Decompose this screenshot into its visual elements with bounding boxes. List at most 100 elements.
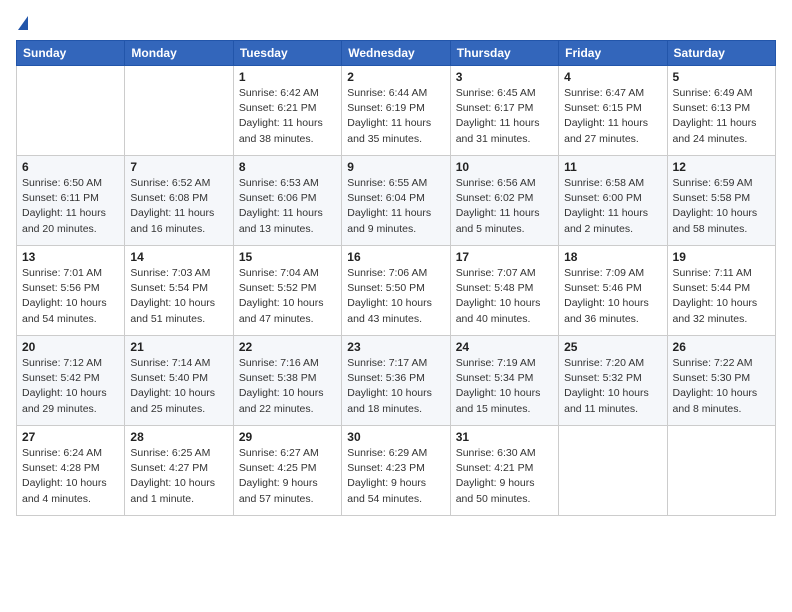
day-info: Sunrise: 6:49 AMSunset: 6:13 PMDaylight:…	[673, 86, 770, 147]
calendar-day-header: Monday	[125, 41, 233, 66]
day-number: 27	[22, 430, 119, 444]
day-number: 18	[564, 250, 661, 264]
day-info: Sunrise: 6:47 AMSunset: 6:15 PMDaylight:…	[564, 86, 661, 147]
calendar-day-header: Friday	[559, 41, 667, 66]
day-info: Sunrise: 6:56 AMSunset: 6:02 PMDaylight:…	[456, 176, 553, 237]
day-number: 25	[564, 340, 661, 354]
calendar-day-cell: 21 Sunrise: 7:14 AMSunset: 5:40 PMDayligh…	[125, 336, 233, 426]
day-number: 23	[347, 340, 444, 354]
calendar-day-cell: 12Sunrise: 6:59 AMSunset: 5:58 PMDayligh…	[667, 156, 775, 246]
day-info: Sunrise: 7:16 AMSunset: 5:38 PMDaylight:…	[239, 356, 336, 417]
calendar-day-cell: 1 Sunrise: 6:42 AMSunset: 6:21 PMDaylight…	[233, 66, 341, 156]
calendar-day-cell: 8 Sunrise: 6:53 AMSunset: 6:06 PMDaylight…	[233, 156, 341, 246]
day-number: 28	[130, 430, 227, 444]
calendar-day-cell: 19Sunrise: 7:11 AMSunset: 5:44 PMDayligh…	[667, 246, 775, 336]
day-number: 1	[239, 70, 336, 84]
day-number: 6	[22, 160, 119, 174]
calendar-day-header: Sunday	[17, 41, 125, 66]
calendar-day-cell: 18 Sunrise: 7:09 AMSunset: 5:46 PMDayligh…	[559, 246, 667, 336]
calendar-day-header: Wednesday	[342, 41, 450, 66]
day-number: 17	[456, 250, 553, 264]
day-info: Sunrise: 7:11 AMSunset: 5:44 PMDaylight:…	[673, 266, 770, 327]
calendar-day-cell: 15Sunrise: 7:04 AMSunset: 5:52 PMDayligh…	[233, 246, 341, 336]
day-info: Sunrise: 7:19 AMSunset: 5:34 PMDaylight:…	[456, 356, 553, 417]
day-info: Sunrise: 6:53 AMSunset: 6:06 PMDaylight:…	[239, 176, 336, 237]
calendar-day-header: Saturday	[667, 41, 775, 66]
calendar-header-row: SundayMondayTuesdayWednesdayThursdayFrid…	[17, 41, 776, 66]
calendar-day-cell: 20 Sunrise: 7:12 AMSunset: 5:42 PMDayligh…	[17, 336, 125, 426]
calendar-day-cell: 26Sunrise: 7:22 AMSunset: 5:30 PMDayligh…	[667, 336, 775, 426]
day-info: Sunrise: 7:09 AMSunset: 5:46 PMDaylight:…	[564, 266, 661, 327]
calendar-day-cell: 29 Sunrise: 6:27 AMSunset: 4:25 PMDayligh…	[233, 426, 341, 516]
day-number: 7	[130, 160, 227, 174]
calendar-day-cell: 6 Sunrise: 6:50 AMSunset: 6:11 PMDaylight…	[17, 156, 125, 246]
logo	[16, 16, 28, 30]
day-number: 26	[673, 340, 770, 354]
calendar-day-cell: 2 Sunrise: 6:44 AMSunset: 6:19 PMDaylight…	[342, 66, 450, 156]
day-number: 16	[347, 250, 444, 264]
calendar-week-row: 6 Sunrise: 6:50 AMSunset: 6:11 PMDaylight…	[17, 156, 776, 246]
calendar-day-cell	[559, 426, 667, 516]
day-info: Sunrise: 6:25 AMSunset: 4:27 PMDaylight:…	[130, 446, 227, 507]
calendar-day-cell: 14Sunrise: 7:03 AMSunset: 5:54 PMDayligh…	[125, 246, 233, 336]
day-info: Sunrise: 6:44 AMSunset: 6:19 PMDaylight:…	[347, 86, 444, 147]
calendar-day-cell: 16 Sunrise: 7:06 AMSunset: 5:50 PMDayligh…	[342, 246, 450, 336]
calendar-table: SundayMondayTuesdayWednesdayThursdayFrid…	[16, 40, 776, 516]
day-number: 21	[130, 340, 227, 354]
day-info: Sunrise: 6:58 AMSunset: 6:00 PMDaylight:…	[564, 176, 661, 237]
day-info: Sunrise: 6:24 AMSunset: 4:28 PMDaylight:…	[22, 446, 119, 507]
calendar-day-cell: 28 Sunrise: 6:25 AMSunset: 4:27 PMDayligh…	[125, 426, 233, 516]
day-number: 10	[456, 160, 553, 174]
day-info: Sunrise: 6:30 AMSunset: 4:21 PMDaylight:…	[456, 446, 553, 507]
day-info: Sunrise: 7:07 AMSunset: 5:48 PMDaylight:…	[456, 266, 553, 327]
day-info: Sunrise: 6:29 AMSunset: 4:23 PMDaylight:…	[347, 446, 444, 507]
page-header	[16, 16, 776, 30]
day-info: Sunrise: 7:01 AMSunset: 5:56 PMDaylight:…	[22, 266, 119, 327]
day-number: 29	[239, 430, 336, 444]
day-number: 30	[347, 430, 444, 444]
calendar-day-cell: 25 Sunrise: 7:20 AMSunset: 5:32 PMDayligh…	[559, 336, 667, 426]
calendar-day-cell: 4 Sunrise: 6:47 AMSunset: 6:15 PMDaylight…	[559, 66, 667, 156]
calendar-week-row: 13 Sunrise: 7:01 AMSunset: 5:56 PMDayligh…	[17, 246, 776, 336]
day-info: Sunrise: 6:50 AMSunset: 6:11 PMDaylight:…	[22, 176, 119, 237]
calendar-day-cell: 13 Sunrise: 7:01 AMSunset: 5:56 PMDayligh…	[17, 246, 125, 336]
day-number: 3	[456, 70, 553, 84]
day-number: 22	[239, 340, 336, 354]
day-info: Sunrise: 7:20 AMSunset: 5:32 PMDaylight:…	[564, 356, 661, 417]
day-info: Sunrise: 6:42 AMSunset: 6:21 PMDaylight:…	[239, 86, 336, 147]
calendar-day-cell: 27 Sunrise: 6:24 AMSunset: 4:28 PMDayligh…	[17, 426, 125, 516]
day-info: Sunrise: 7:12 AMSunset: 5:42 PMDaylight:…	[22, 356, 119, 417]
calendar-day-cell: 31 Sunrise: 6:30 AMSunset: 4:21 PMDayligh…	[450, 426, 558, 516]
calendar-day-cell	[17, 66, 125, 156]
day-info: Sunrise: 7:03 AMSunset: 5:54 PMDaylight:…	[130, 266, 227, 327]
day-number: 20	[22, 340, 119, 354]
day-info: Sunrise: 7:06 AMSunset: 5:50 PMDaylight:…	[347, 266, 444, 327]
calendar-day-cell	[667, 426, 775, 516]
day-number: 12	[673, 160, 770, 174]
calendar-week-row: 20 Sunrise: 7:12 AMSunset: 5:42 PMDayligh…	[17, 336, 776, 426]
day-number: 5	[673, 70, 770, 84]
calendar-day-cell: 9Sunrise: 6:55 AMSunset: 6:04 PMDaylight…	[342, 156, 450, 246]
calendar-day-cell: 30 Sunrise: 6:29 AMSunset: 4:23 PMDayligh…	[342, 426, 450, 516]
calendar-day-cell: 22 Sunrise: 7:16 AMSunset: 5:38 PMDayligh…	[233, 336, 341, 426]
calendar-week-row: 1 Sunrise: 6:42 AMSunset: 6:21 PMDaylight…	[17, 66, 776, 156]
day-number: 13	[22, 250, 119, 264]
calendar-day-cell: 10 Sunrise: 6:56 AMSunset: 6:02 PMDayligh…	[450, 156, 558, 246]
day-number: 24	[456, 340, 553, 354]
day-info: Sunrise: 6:27 AMSunset: 4:25 PMDaylight:…	[239, 446, 336, 507]
day-number: 4	[564, 70, 661, 84]
calendar-day-cell: 7 Sunrise: 6:52 AMSunset: 6:08 PMDaylight…	[125, 156, 233, 246]
calendar-day-cell	[125, 66, 233, 156]
day-number: 9	[347, 160, 444, 174]
day-info: Sunrise: 7:14 AMSunset: 5:40 PMDaylight:…	[130, 356, 227, 417]
calendar-day-cell: 24 Sunrise: 7:19 AMSunset: 5:34 PMDayligh…	[450, 336, 558, 426]
day-number: 15	[239, 250, 336, 264]
day-info: Sunrise: 6:45 AMSunset: 6:17 PMDaylight:…	[456, 86, 553, 147]
day-info: Sunrise: 6:52 AMSunset: 6:08 PMDaylight:…	[130, 176, 227, 237]
day-number: 31	[456, 430, 553, 444]
calendar-day-cell: 23 Sunrise: 7:17 AMSunset: 5:36 PMDayligh…	[342, 336, 450, 426]
day-number: 2	[347, 70, 444, 84]
calendar-day-cell: 11Sunrise: 6:58 AMSunset: 6:00 PMDayligh…	[559, 156, 667, 246]
day-number: 8	[239, 160, 336, 174]
day-info: Sunrise: 7:17 AMSunset: 5:36 PMDaylight:…	[347, 356, 444, 417]
